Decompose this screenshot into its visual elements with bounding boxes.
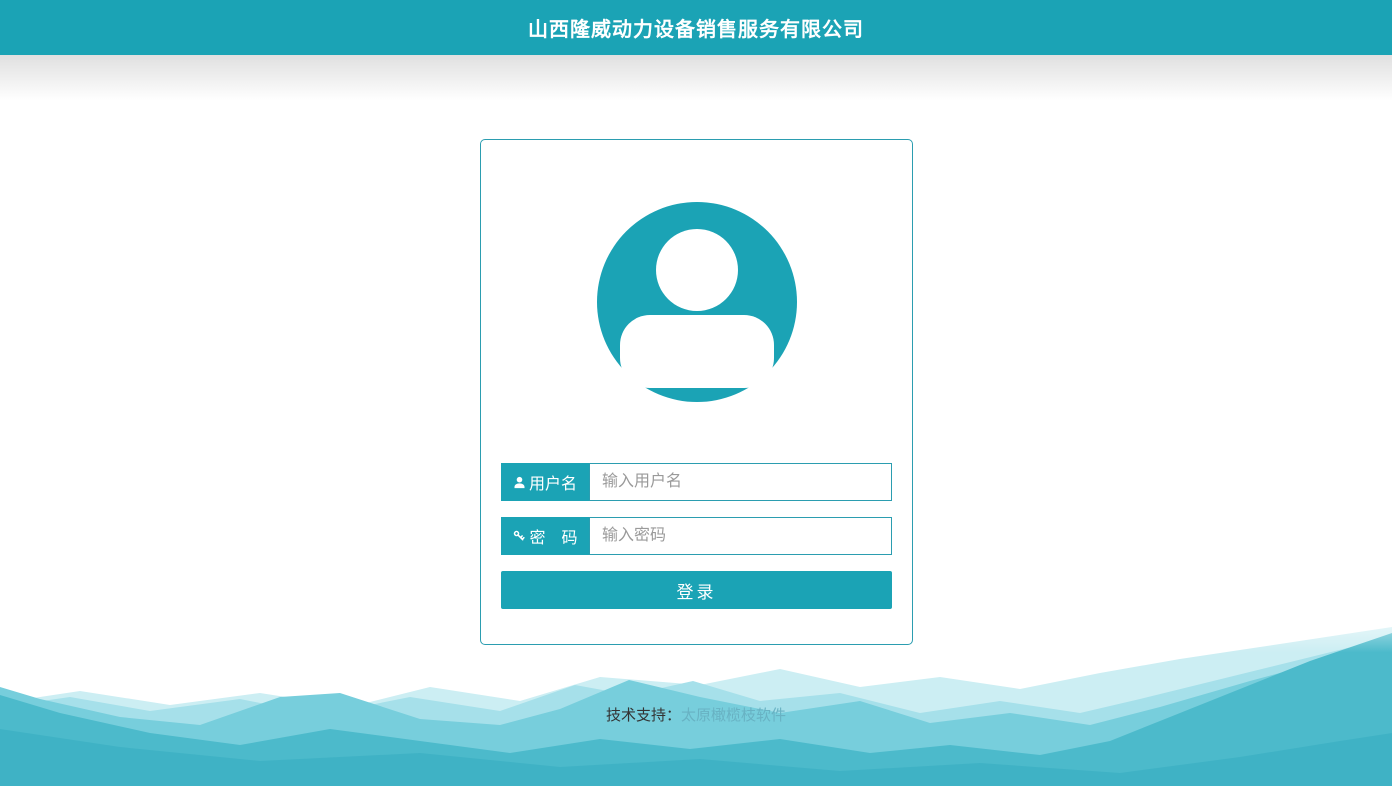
password-label-text: 密 码	[529, 524, 577, 548]
page-footer: 技术支持：太原橄榄枝软件	[0, 704, 1392, 725]
support-label: 技术支持：	[606, 707, 681, 724]
login-button[interactable]: 登录	[501, 571, 892, 609]
key-icon	[512, 529, 526, 543]
support-link[interactable]: 太原橄榄枝软件	[681, 707, 786, 724]
username-label: 用户名	[501, 463, 589, 501]
username-label-text: 用户名	[529, 470, 577, 494]
password-field-row: 密 码	[501, 517, 892, 555]
header-shadow	[0, 55, 1392, 101]
username-field-row: 用户名	[501, 463, 892, 501]
username-input[interactable]	[589, 463, 892, 501]
page-title: 山西隆威动力设备销售服务有限公司	[528, 13, 864, 42]
password-label: 密 码	[501, 517, 589, 555]
password-input[interactable]	[589, 517, 892, 555]
login-form: 用户名 密 码 登录	[481, 463, 912, 609]
login-card: 用户名 密 码 登录	[480, 139, 913, 645]
app-header: 山西隆威动力设备销售服务有限公司	[0, 0, 1392, 55]
user-avatar-icon	[597, 202, 797, 402]
user-icon	[513, 476, 526, 489]
